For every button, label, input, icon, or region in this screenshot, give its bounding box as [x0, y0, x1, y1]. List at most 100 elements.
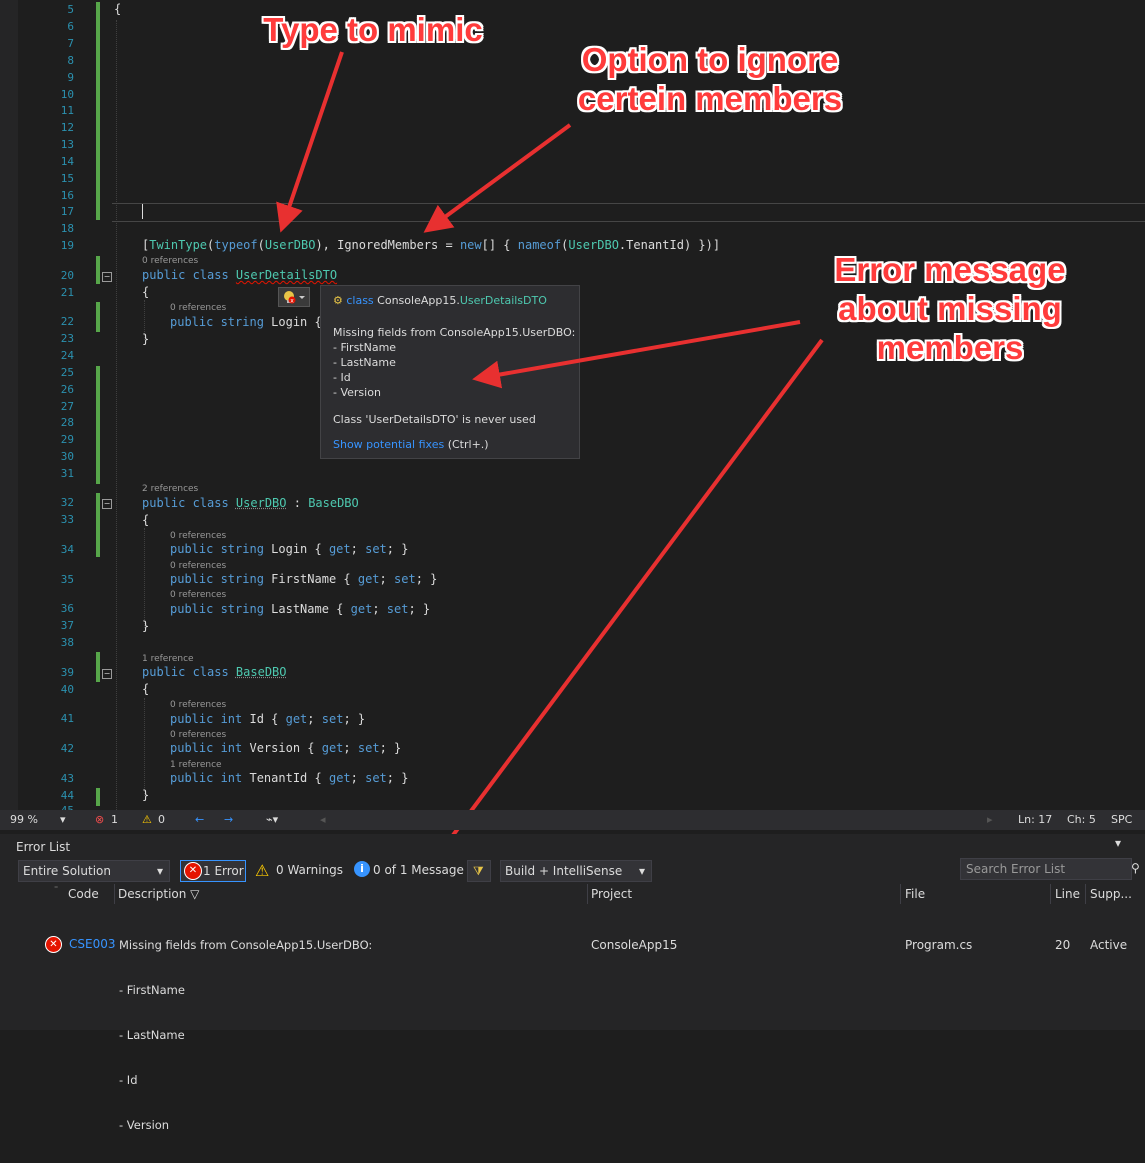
column-header-code[interactable]: Code	[68, 887, 99, 907]
code-line: {	[142, 513, 150, 527]
change-marker	[96, 302, 100, 332]
column-header-description[interactable]: Description ▽	[118, 887, 199, 907]
line-number: 37	[60, 619, 74, 632]
sort-descending-icon: ▽	[190, 887, 200, 901]
collapse-toggle[interactable]: −	[102, 669, 112, 679]
line-number: 20	[60, 269, 74, 282]
pin-icon[interactable]: ▾	[1115, 836, 1121, 850]
scroll-right-icon[interactable]: ▸	[987, 813, 993, 826]
search-error-list-input[interactable]: Search Error List ⚲	[960, 858, 1140, 880]
column-header-suppression[interactable]: Supp...	[1090, 887, 1132, 907]
codelens-references[interactable]: 2 references	[142, 484, 198, 494]
warnings-filter-button[interactable]: 0 Warnings	[276, 863, 343, 877]
filter-icon: ⧩	[473, 864, 484, 878]
errors-filter-button[interactable]: ✕ 1 Error	[180, 860, 246, 882]
build-filter-dropdown[interactable]: Build + IntelliSense ▾	[500, 860, 652, 882]
column-header-line[interactable]: Line	[1055, 887, 1080, 907]
code-line: }	[142, 788, 150, 802]
tooltip-field: - Version	[333, 386, 381, 399]
line-number: 12	[60, 121, 74, 134]
codelens-references[interactable]: 0 references	[170, 531, 226, 541]
codelens-references[interactable]: 0 references	[170, 303, 226, 313]
line-number: 39	[60, 666, 74, 679]
collapse-toggle[interactable]: −	[102, 499, 112, 509]
code-line-property: public int TenantId { get; set; }	[170, 771, 409, 785]
warning-count[interactable]: 0	[158, 813, 165, 826]
zoom-level[interactable]: 99 %	[10, 813, 38, 826]
annotation-ignore-members: Option to ignore certein members	[577, 41, 843, 117]
tooltip-field: - Id	[333, 371, 351, 384]
line-number: 6	[67, 20, 74, 33]
codelens-references[interactable]: 0 references	[170, 590, 226, 600]
line-number: 18	[60, 222, 74, 235]
code-line-property: public string LastName { get; set; }	[170, 602, 431, 616]
column-menu-icon[interactable]: ⁼	[54, 884, 58, 904]
chevron-down-icon: ▾	[157, 864, 164, 878]
tooltip-field: - LastName	[333, 356, 396, 369]
error-icon: ✕	[45, 936, 62, 953]
scroll-left-icon[interactable]: ◂	[320, 813, 326, 826]
code-line: }	[142, 332, 150, 346]
indent-guide	[144, 528, 145, 628]
column-separator[interactable]	[1050, 884, 1051, 904]
column-separator[interactable]	[587, 884, 588, 904]
error-suppression-state: Active	[1090, 938, 1128, 952]
brush-icon[interactable]: ⌁▾	[266, 813, 278, 826]
tooltip-field: - FirstName	[333, 341, 397, 354]
column-header-project[interactable]: Project	[591, 887, 632, 907]
line-number: 25	[60, 366, 74, 379]
show-potential-fixes-link[interactable]: Show potential fixes	[333, 438, 444, 451]
change-marker	[96, 652, 100, 682]
navigate-forward-icon[interactable]: →	[224, 813, 233, 826]
change-marker	[96, 2, 100, 220]
quick-actions-lightbulb[interactable]: x	[278, 287, 310, 307]
messages-filter-button[interactable]: 0 of 1 Message	[373, 863, 464, 877]
error-code-link[interactable]: CSE003	[69, 937, 115, 951]
codelens-references[interactable]: 0 references	[170, 561, 226, 571]
navigate-back-icon[interactable]: ←	[195, 813, 204, 826]
codelens-references[interactable]: 1 reference	[142, 654, 194, 664]
code-line: {	[142, 285, 150, 299]
line-number: 41	[60, 712, 74, 725]
line-indicator: Ln: 17	[1018, 813, 1053, 826]
error-project: ConsoleApp15	[591, 938, 678, 952]
line-number: 22	[60, 315, 74, 328]
current-line-highlight	[112, 203, 1145, 222]
svg-text:x: x	[290, 297, 294, 304]
line-number: 27	[60, 400, 74, 413]
line-number: 32	[60, 496, 74, 509]
line-number: 38	[60, 636, 74, 649]
scope-dropdown[interactable]: Entire Solution ▾	[18, 860, 170, 882]
codelens-references[interactable]: 0 references	[170, 730, 226, 740]
line-number: 26	[60, 383, 74, 396]
line-number: 10	[60, 88, 74, 101]
indent-guide	[144, 698, 145, 796]
quickinfo-tooltip: ⚙ class ConsoleApp15.UserDetailsDTO Miss…	[320, 285, 580, 459]
filter-button[interactable]: ⧩	[467, 860, 491, 882]
tooltip-unused-message: Class 'UserDetailsDTO' is never used	[333, 413, 536, 426]
line-number: 29	[60, 433, 74, 446]
collapse-toggle[interactable]: −	[102, 272, 112, 282]
zoom-dropdown-icon[interactable]: ▾	[60, 813, 66, 826]
error-count-icon: ⊗	[95, 813, 105, 826]
error-list-panel: Error List ▾ Entire Solution ▾ ✕ 1 Error…	[0, 834, 1145, 1132]
code-editor[interactable]: 5 6 7 8 9 10 11 12 13 14 15 16 17 18 19 …	[0, 0, 1145, 810]
line-number: 40	[60, 683, 74, 696]
codelens-references[interactable]: 1 reference	[170, 760, 222, 770]
column-separator[interactable]	[1085, 884, 1086, 904]
whitespace-mode: SPC	[1111, 813, 1133, 826]
codelens-references[interactable]: 0 references	[170, 700, 226, 710]
column-separator[interactable]	[114, 884, 115, 904]
warning-icon: ⚠	[255, 861, 270, 880]
line-number: 28	[60, 416, 74, 429]
column-header-file[interactable]: File	[905, 887, 925, 907]
codelens-references[interactable]: 0 references	[142, 256, 198, 266]
line-number: 31	[60, 467, 74, 480]
line-number: 23	[60, 332, 74, 345]
column-indicator: Ch: 5	[1067, 813, 1096, 826]
column-separator[interactable]	[900, 884, 901, 904]
table-row[interactable]: ✕ CSE003 Missing fields from ConsoleApp1…	[0, 906, 1145, 1132]
line-number: 8	[67, 54, 74, 67]
editor-status-bar: 99 % ▾ ⊗ 1 ⚠ 0 ← → ⌁▾ ◂ ▸ Ln: 17 Ch: 5 S…	[0, 810, 1145, 830]
error-count[interactable]: 1	[111, 813, 118, 826]
